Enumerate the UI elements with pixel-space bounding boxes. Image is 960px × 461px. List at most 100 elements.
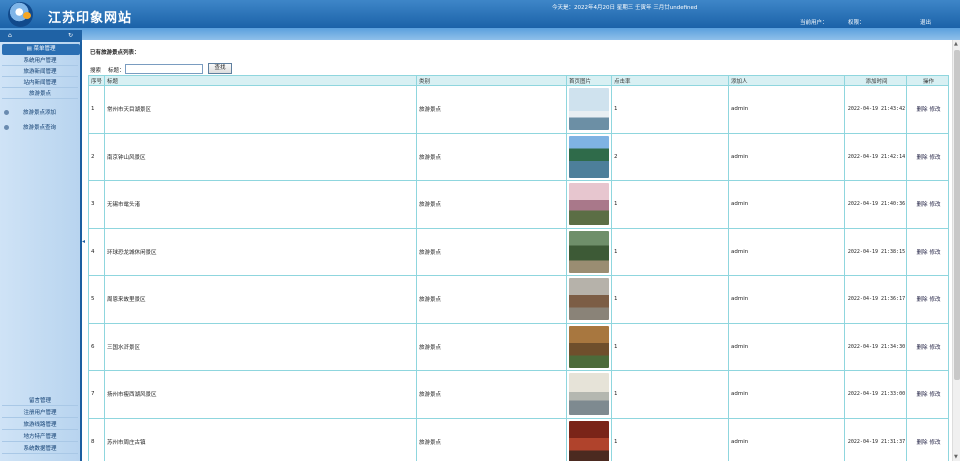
refresh-icon[interactable]: ↻ [68, 33, 74, 39]
scroll-up-icon[interactable]: ▲ [954, 41, 958, 47]
table-row: 8 苏州市周庄古镇 旅游景点 1 admin 2022-04-19 21:31:37 删除修… [88, 417, 949, 461]
sidebar-item-registered-users[interactable]: 注册用户管理 [2, 409, 78, 418]
cell-author: admin [728, 417, 845, 461]
sidebar-item-travel-news[interactable]: 旅游新闻管理 [2, 68, 78, 77]
menu-section-header[interactable]: ▤ 菜单管理 [2, 44, 80, 55]
sub-item-label: 旅游景点查询 [23, 125, 57, 131]
cell-title: 三国水浒景区 [104, 322, 417, 371]
sidebar-subitem-add-spot[interactable]: 旅游景点添加 [4, 107, 80, 119]
delete-link[interactable]: 删除 [916, 440, 927, 446]
table-row: 2 南京钟山风景区 旅游景点 2 admin 2022-04-19 21:42:14 删除修… [88, 132, 949, 181]
cell-image [566, 370, 612, 419]
cell-image [566, 417, 612, 461]
scenic-thumbnail-image [569, 230, 609, 273]
sidebar-item-site-news[interactable]: 站内新闻管理 [2, 79, 78, 88]
scenic-thumbnail-image [569, 278, 609, 321]
scrollbar-thumb[interactable] [954, 50, 960, 380]
edit-link[interactable]: 修改 [930, 297, 941, 303]
search-input[interactable] [125, 64, 203, 74]
current-user-label: 当前用户： [800, 20, 828, 26]
cell-author: admin [728, 322, 845, 371]
top-header: 江苏印象网站 今天是：2022年4月20日 星期三 壬寅年 三月廿undefin… [0, 0, 960, 28]
scroll-down-icon[interactable]: ▼ [954, 454, 958, 460]
col-header-category: 类别 [416, 75, 567, 86]
edit-link[interactable]: 修改 [930, 155, 941, 161]
site-title: 江苏印象网站 [48, 11, 133, 26]
col-header-clicks: 点击率 [611, 75, 729, 86]
delete-link[interactable]: 删除 [916, 345, 927, 351]
cell-category: 旅游景点 [416, 370, 567, 419]
scenic-thumbnail-image [569, 373, 609, 416]
col-header-time: 添加时间 [844, 75, 907, 86]
delete-link[interactable]: 删除 [916, 392, 927, 398]
cell-time: 2022-04-19 21:40:36 [844, 180, 907, 229]
cell-category: 旅游景点 [416, 227, 567, 276]
cell-ops: 删除 修改 [906, 132, 949, 181]
scenic-thumbnail-image [569, 135, 609, 178]
edit-link[interactable]: 修改 [930, 345, 941, 351]
scenic-thumbnail-image [569, 420, 609, 461]
cell-time: 2022-04-19 21:43:42 [844, 85, 907, 134]
edit-link[interactable]: 修改 [930, 202, 941, 208]
cell-ops: 删除 修改 [906, 322, 949, 371]
cell-clicks: 1 [611, 370, 729, 419]
logout-link[interactable]: 退出 [920, 18, 931, 26]
scenic-thumbnail-image [569, 88, 609, 131]
role-label: 权限： [848, 20, 865, 26]
cell-time: 2022-04-19 21:36:17 [844, 275, 907, 324]
cell-image [566, 180, 612, 229]
date-info: 今天是：2022年4月20日 星期三 壬寅年 三月廿undefined [552, 5, 698, 11]
sidebar-item-messages[interactable]: 留言管理 [2, 397, 78, 406]
cell-title: 无锡市鼋头渚 [104, 180, 417, 229]
search-label: 搜索 [90, 68, 102, 74]
delete-link[interactable]: 删除 [916, 297, 927, 303]
sidebar-item-local-products[interactable]: 地方特产管理 [2, 433, 78, 442]
vertical-scrollbar[interactable]: ▲ ▼ [952, 40, 960, 461]
home-icon[interactable]: ⌂ [8, 33, 14, 39]
cell-ops: 删除 修改 [906, 370, 949, 419]
user-bar: 当前用户： 权限： 退出 [760, 17, 960, 27]
cell-author: admin [728, 85, 845, 134]
cell-ops: 删除 修改 [906, 227, 949, 276]
delete-link[interactable]: 删除 [916, 107, 927, 113]
sidebar-subitem-query-spot[interactable]: 旅游景点查询 [4, 122, 80, 134]
edit-link[interactable]: 修改 [930, 107, 941, 113]
edit-link[interactable]: 修改 [930, 440, 941, 446]
cell-time: 2022-04-19 21:38:15 [844, 227, 907, 276]
table-row: 3 无锡市鼋头渚 旅游景点 1 admin 2022-04-19 21:40:36 删除 修改 [88, 180, 949, 229]
cell-author: admin [728, 275, 845, 324]
table-row: 7 扬州市瘦西湖风景区 旅游景点 1 admin 2022-04-19 21:33:00 删… [88, 370, 949, 419]
cell-clicks: 1 [611, 275, 729, 324]
sidebar-item-system-data[interactable]: 系统数据管理 [2, 445, 78, 454]
cell-title: 南京钟山风景区 [104, 132, 417, 181]
spots-table: 序号 标题 类别 首页图片 点击率 添加人 添加时间 操作 1 常州市天目湖景区旅… [88, 75, 949, 461]
edit-link[interactable]: 修改 [930, 250, 941, 256]
cell-author: admin [728, 132, 845, 181]
search-button[interactable]: 查找 [208, 63, 232, 74]
delete-link[interactable]: 删除 [916, 155, 927, 161]
cell-no: 6 [88, 322, 105, 371]
delete-link[interactable]: 删除 [916, 202, 927, 208]
cell-author: admin [728, 227, 845, 276]
cell-clicks: 1 [611, 180, 729, 229]
sidebar-item-travel-routes[interactable]: 旅游线路管理 [2, 421, 78, 430]
header-band [0, 28, 960, 40]
cell-clicks: 1 [611, 85, 729, 134]
table-row: 1 常州市天目湖景区 旅游景点 1 admin 2022-04-19 21:43:42 删除… [88, 85, 949, 134]
sidebar-item-system-users[interactable]: 系统用户管理 [2, 57, 78, 66]
cell-time: 2022-04-19 21:31:37 [844, 417, 907, 461]
cell-category: 旅游景点 [416, 180, 567, 229]
cell-category: 旅游景点 [416, 322, 567, 371]
col-header-no: 序号 [88, 75, 105, 86]
cell-category: 旅游景点 [416, 132, 567, 181]
sidebar-item-scenic-spots[interactable]: 旅游景点 [2, 90, 78, 99]
site-logo-icon [8, 2, 33, 27]
cell-image [566, 85, 612, 134]
edit-link[interactable]: 修改 [930, 392, 941, 398]
table-row: 6 三国水浒景区 旅游景点 1 admin 2022-04-19 21:34:30 删除 修改 [88, 322, 949, 371]
cell-image [566, 322, 612, 371]
delete-link[interactable]: 删除 [916, 250, 927, 256]
table-row: 5 周恩来故里景区 旅游景点 1 admin 2022-04-19 21:36:17 删除修… [88, 275, 949, 324]
cell-image [566, 132, 612, 181]
cell-author: admin [728, 370, 845, 419]
